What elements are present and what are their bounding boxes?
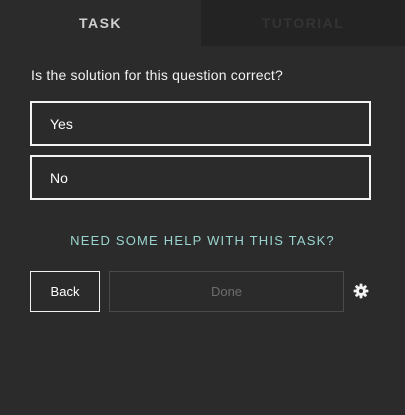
answer-yes-button[interactable]: Yes [30, 101, 371, 146]
tab-tutorial[interactable]: TUTORIAL [201, 0, 405, 46]
tab-task[interactable]: TASK [0, 0, 201, 46]
back-button[interactable]: Back [30, 271, 100, 312]
tab-bar: TASK TUTORIAL [0, 0, 405, 46]
question-text: Is the solution for this question correc… [31, 67, 283, 83]
done-button: Done [109, 271, 344, 312]
task-panel: TASK TUTORIAL Is the solution for this q… [0, 0, 405, 415]
help-link[interactable]: NEED SOME HELP WITH THIS TASK? [0, 233, 405, 248]
gear-icon[interactable] [353, 283, 369, 299]
answer-no-button[interactable]: No [30, 155, 371, 200]
